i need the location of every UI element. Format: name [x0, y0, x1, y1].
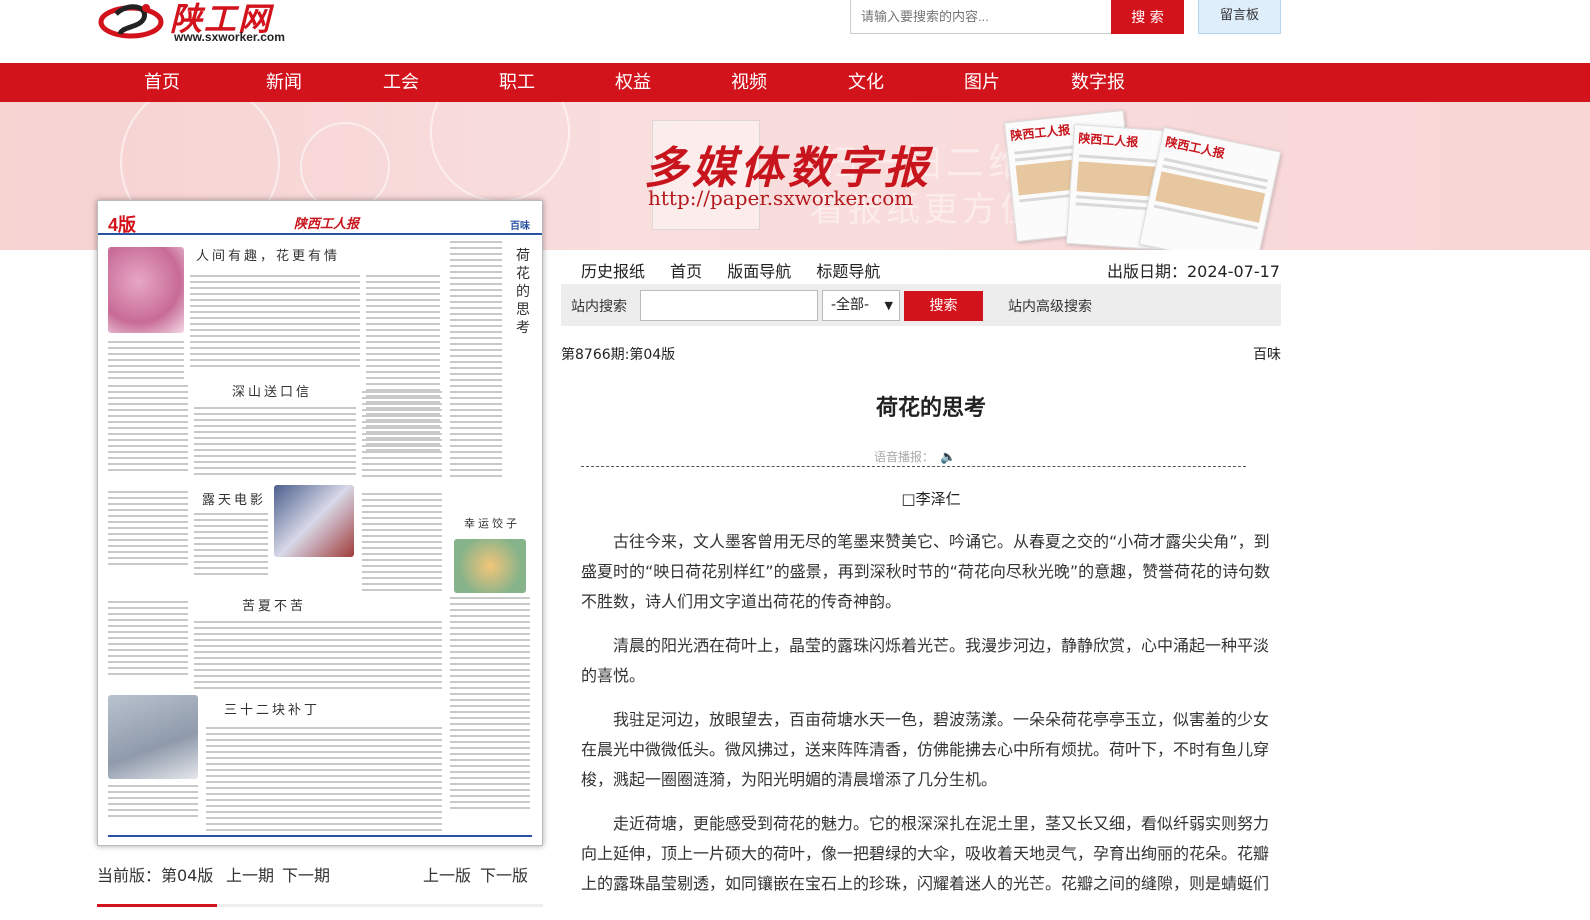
- banner-url: http://paper.sxworker.com: [648, 186, 914, 210]
- nav-item-home[interactable]: 首页: [122, 63, 202, 102]
- advanced-search-link[interactable]: 站内高级搜索: [1008, 296, 1092, 316]
- paper-text-block: [206, 727, 442, 835]
- paper-header: 4版 陕西工人报 百味: [98, 201, 542, 235]
- site-search-button[interactable]: 搜 索: [1111, 0, 1184, 34]
- next-page-link[interactable]: 下一版: [480, 862, 528, 885]
- paper-text-block: [108, 785, 198, 821]
- paper-masthead: 陕西工人报: [294, 217, 360, 232]
- prev-issue-link[interactable]: 上一期: [226, 862, 274, 885]
- paper-text-block: [194, 407, 356, 479]
- paper-headline: 深山送口信: [232, 385, 313, 400]
- nav-page-navigation[interactable]: 版面导航: [727, 262, 791, 281]
- nav-item-culture[interactable]: 文化: [826, 63, 906, 102]
- publish-date: 出版日期：2024-07-17: [1107, 262, 1280, 281]
- nav-paper-home[interactable]: 首页: [670, 262, 702, 281]
- paper-search-scope-select[interactable]: -全部- ▼: [822, 290, 900, 321]
- paper-text-block: [190, 275, 360, 371]
- nav-history-papers[interactable]: 历史报纸: [581, 262, 645, 281]
- nav-item-workers[interactable]: 职工: [477, 63, 557, 102]
- paper-headline: 三十二块补丁: [224, 703, 321, 718]
- trousers-illustration: [108, 695, 198, 779]
- nav-item-pictures[interactable]: 图片: [942, 63, 1022, 102]
- logo-url: www.sxworker.com: [174, 30, 285, 44]
- article-nav: 历史报纸 首页 版面导航 标题导航: [581, 258, 900, 281]
- message-board-button[interactable]: 留言板: [1198, 0, 1281, 34]
- paper-text-block: [450, 597, 530, 813]
- next-issue-link[interactable]: 下一期: [282, 862, 330, 885]
- nav-title-navigation[interactable]: 标题导航: [816, 262, 880, 281]
- paper-section-name: 百味: [510, 221, 530, 232]
- logo-mark-icon: [98, 4, 164, 39]
- paper-text-block: [362, 391, 442, 481]
- paper-vertical-title: 荷花的思考: [516, 248, 530, 336]
- paper-headline: 幸运饺子: [464, 517, 520, 530]
- site-logo[interactable]: 陕工网 www.sxworker.com: [98, 0, 298, 46]
- banner-paper-thumb: 陕西工人报: [1138, 126, 1282, 250]
- chevron-down-icon: ▼: [884, 299, 893, 312]
- paper-search-label: 站内搜索: [571, 299, 627, 315]
- site-search-input[interactable]: [850, 0, 1112, 34]
- paper-text-block: [108, 491, 188, 569]
- paper-headline: 人间有趣，花更有情: [196, 249, 341, 264]
- site-header: 陕工网 www.sxworker.com 搜 索 留言板: [0, 0, 1590, 63]
- dashed-divider: [581, 466, 1246, 467]
- issue-info: 第8766期:第04版: [561, 347, 676, 363]
- movie-illustration: [274, 485, 354, 557]
- current-page-label: 当前版：第04版: [97, 866, 214, 885]
- flower-illustration: [108, 247, 184, 333]
- article-paragraph: 走近荷塘，更能感受到荷花的魅力。它的根深深扎在泥土里，茎又长又细，看似纤弱实则努…: [581, 814, 1270, 893]
- newspaper-page-image[interactable]: 4版 陕西工人报 百味 人间有趣，花更有情 荷花的思考 深山送口信 露天电影 幸…: [97, 200, 543, 846]
- paper-page-number: 4版: [108, 215, 137, 235]
- article-title: 荷花的思考: [875, 396, 986, 421]
- nav-item-news[interactable]: 新闻: [244, 63, 324, 102]
- column-name: 百味: [1253, 347, 1281, 363]
- paper-text-block: [108, 341, 184, 383]
- speaker-icon[interactable]: 🔈: [940, 450, 956, 465]
- paper-text-block: [450, 241, 502, 481]
- paper-text-block: [362, 493, 442, 595]
- paper-search-bar: 站内搜索 -全部- ▼ 搜索 站内高级搜索: [561, 284, 1281, 326]
- paper-search-input[interactable]: [640, 290, 818, 321]
- nav-item-digital-paper[interactable]: 数字报: [1058, 63, 1138, 102]
- voice-label: 语音播报：: [874, 450, 935, 464]
- article-body: 古往今来，文人墨客曾用无尽的笔墨来赞美它、吟诵它。从春夏之交的“小荷才露尖尖角”…: [581, 527, 1273, 913]
- paper-text-block: [194, 513, 268, 579]
- dumpling-illustration: [454, 539, 526, 593]
- paper-search-button[interactable]: 搜索: [904, 291, 983, 321]
- banner-decor: [430, 102, 570, 202]
- paper-headline: 露天电影: [202, 493, 267, 508]
- voice-broadcast[interactable]: 语音播报： 🔈: [874, 448, 956, 465]
- prev-page-link[interactable]: 上一版: [423, 862, 471, 885]
- page-tabs-strip: [97, 904, 543, 907]
- article-paragraph: 我驻足河边，放眼望去，百亩荷塘水天一色，碧波荡漾。一朵朵荷花亭亭玉立，似害羞的少…: [581, 710, 1270, 789]
- paper-headline: 苦夏不苦: [242, 599, 307, 614]
- paper-text-block: [108, 385, 188, 475]
- paper-text-block: [194, 621, 442, 693]
- article-paragraph: 清晨的阳光洒在荷叶上，晶莹的露珠闪烁着光芒。我漫步河边，静静欣赏，心中涌起一种平…: [581, 636, 1270, 685]
- scope-select-value: -全部-: [831, 297, 870, 313]
- main-nav: 首页 新闻 工会 职工 权益 视频 文化 图片 数字报: [0, 63, 1590, 102]
- banner-decor: [300, 122, 390, 212]
- nav-item-video[interactable]: 视频: [709, 63, 789, 102]
- article-paragraph: 古往今来，文人墨客曾用无尽的笔墨来赞美它、吟诵它。从春夏之交的“小荷才露尖尖角”…: [581, 532, 1271, 611]
- paper-footer-rule: [108, 835, 532, 837]
- article-author: □李泽仁: [901, 490, 961, 508]
- paper-text-block: [108, 601, 188, 679]
- nav-item-union[interactable]: 工会: [361, 63, 441, 102]
- nav-item-rights[interactable]: 权益: [593, 63, 673, 102]
